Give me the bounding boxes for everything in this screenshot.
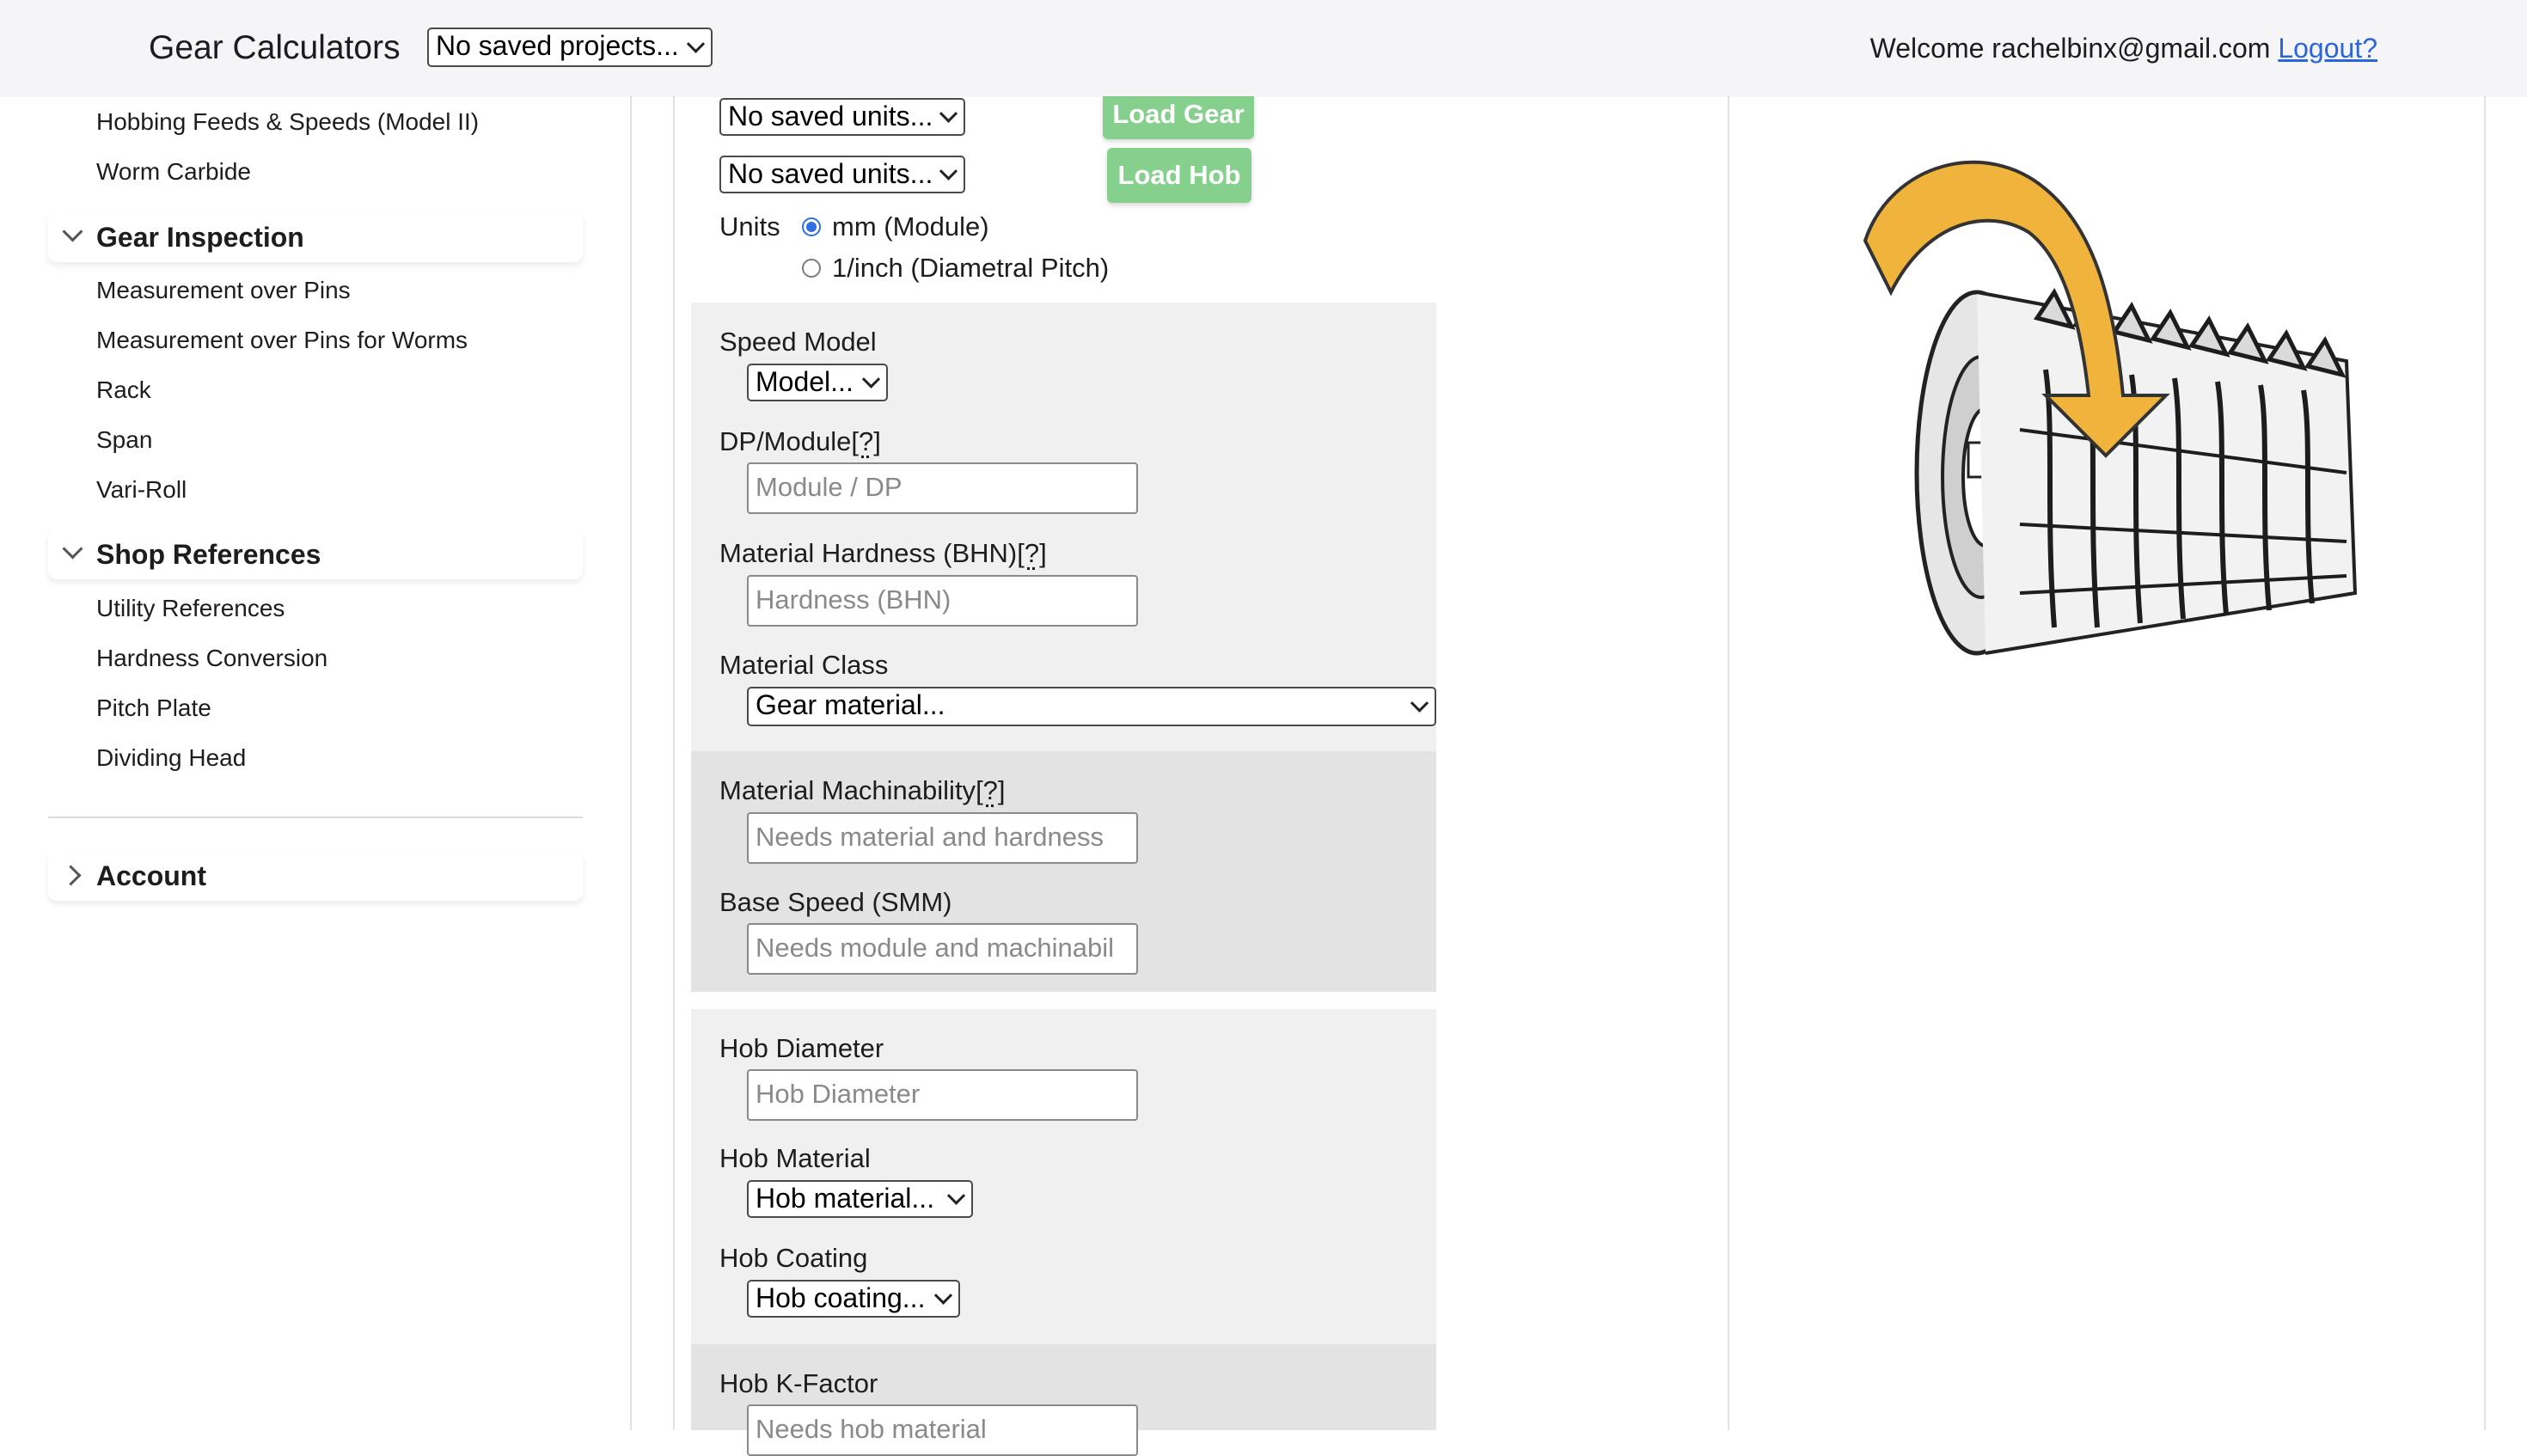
hob-diameter-input[interactable]: Hob Diameter (747, 1069, 1138, 1121)
chevron-down-icon (1410, 694, 1429, 713)
top-header: Gear Calculators No saved projects... We… (0, 0, 2527, 96)
hob-diameter-label: Hob Diameter (719, 1033, 884, 1063)
load-hob-button[interactable]: Load Hob (1107, 148, 1251, 203)
sidebar-item-hobbing-feeds-speeds[interactable]: Hobbing Feeds & Speeds (Model II) (96, 107, 479, 138)
units-radio-mm[interactable] (802, 217, 821, 236)
form-border-left (673, 96, 675, 1430)
section-account[interactable]: Account (48, 851, 583, 901)
section-label: Account (96, 860, 206, 891)
welcome-text: Welcome rachelbinx@gmail.com (1869, 33, 2271, 64)
section-label: Shop References (96, 539, 321, 570)
hob-kfactor-output[interactable]: Needs hob material (747, 1404, 1138, 1456)
hob-rotation-illustration (1839, 146, 2389, 739)
logout-link[interactable]: Logout? (2278, 33, 2377, 64)
chevron-down-icon (939, 104, 958, 123)
sidebar-item-utility-references[interactable]: Utility References (96, 593, 285, 624)
sidebar: Hobbing Feeds & Speeds (Model II) Worm C… (0, 96, 630, 1430)
sidebar-item-worm-carbide[interactable]: Worm Carbide (96, 156, 251, 187)
form-border-right (1728, 96, 1729, 1430)
hob-kfactor-label: Hob K-Factor (719, 1368, 878, 1398)
chevron-right-icon (60, 865, 82, 886)
sidebar-item-hardness-conversion[interactable]: Hardness Conversion (96, 643, 327, 674)
base-speed-output[interactable]: Needs module and machinabil (747, 923, 1138, 975)
sidebar-item-measurement-over-pins[interactable]: Measurement over Pins (96, 275, 351, 306)
sidebar-item-measurement-over-pins-worms[interactable]: Measurement over Pins for Worms (96, 325, 468, 356)
section-shop-references[interactable]: Shop References (48, 529, 583, 579)
machinability-label-row: Material Machinability[?] (719, 774, 1006, 808)
hob-units-select-value: No saved units... (728, 158, 933, 189)
dp-module-input[interactable]: Module / DP (747, 462, 1138, 514)
hob-cutter-image (1863, 160, 2358, 656)
section-label: Gear Inspection (96, 222, 304, 253)
hardness-label: Material Hardness (BHN) (719, 538, 1018, 568)
section-gear-inspection[interactable]: Gear Inspection (48, 212, 583, 262)
material-class-select-value: Gear material... (756, 689, 945, 720)
units-option-inch: 1/inch (Diametral Pitch) (832, 253, 1110, 283)
load-gear-button[interactable]: Load Gear (1103, 96, 1254, 139)
machinability-help[interactable]: [?] (976, 775, 1005, 805)
chevron-down-icon (686, 34, 706, 53)
material-class-label: Material Class (719, 650, 889, 680)
hardness-help[interactable]: [?] (1017, 538, 1046, 568)
chevron-down-icon (939, 162, 958, 180)
chevron-down-icon (62, 221, 83, 242)
gear-units-select-value: No saved units... (728, 101, 933, 132)
sidebar-item-rack[interactable]: Rack (96, 375, 151, 406)
units-option-mm: mm (Module) (832, 211, 989, 242)
hob-coating-select-value: Hob coating... (756, 1282, 926, 1313)
chevron-down-icon (62, 538, 83, 560)
project-select-value: No saved projects... (436, 30, 679, 61)
sidebar-item-vari-roll[interactable]: Vari-Roll (96, 474, 187, 505)
sidebar-item-pitch-plate[interactable]: Pitch Plate (96, 693, 211, 724)
machinability-output[interactable]: Needs material and hardness (747, 812, 1138, 864)
chevron-down-icon (933, 1286, 953, 1305)
dp-module-label: DP/Module (719, 426, 852, 456)
machinability-label: Material Machinability (719, 775, 976, 805)
project-select[interactable]: No saved projects... (427, 28, 713, 67)
material-class-select[interactable]: Gear material... (747, 687, 1436, 726)
gear-units-select[interactable]: No saved units... (719, 98, 965, 136)
chevron-down-icon (946, 1186, 966, 1205)
speed-model-select[interactable]: Model... (747, 364, 888, 401)
hob-material-label: Hob Material (719, 1143, 871, 1173)
speed-model-label: Speed Model (719, 327, 877, 357)
welcome-area: Welcome rachelbinx@gmail.com Logout? (1870, 29, 2377, 67)
sidebar-divider (48, 817, 583, 818)
dp-module-help[interactable]: [?] (851, 426, 880, 456)
speed-model-select-value: Model... (756, 366, 854, 397)
base-speed-label: Base Speed (SMM) (719, 887, 952, 917)
units-radio-inch[interactable] (802, 259, 821, 278)
hob-coating-label: Hob Coating (719, 1243, 868, 1273)
page-border-right (2484, 96, 2486, 1430)
sidebar-item-span[interactable]: Span (96, 425, 152, 456)
sidebar-border (630, 96, 632, 1430)
hob-coating-select[interactable]: Hob coating... (747, 1280, 960, 1318)
hob-material-select-value: Hob material... (756, 1183, 935, 1214)
app-title: Gear Calculators (149, 29, 401, 66)
hob-material-select[interactable]: Hob material... (747, 1180, 973, 1218)
hob-units-select[interactable]: No saved units... (719, 156, 965, 193)
chevron-down-icon (861, 370, 881, 388)
dp-module-label-row: DP/Module[?] (719, 425, 881, 459)
sidebar-item-dividing-head[interactable]: Dividing Head (96, 743, 246, 774)
hardness-label-row: Material Hardness (BHN)[?] (719, 536, 1047, 571)
hardness-input[interactable]: Hardness (BHN) (747, 575, 1138, 627)
units-label: Units (719, 211, 780, 242)
